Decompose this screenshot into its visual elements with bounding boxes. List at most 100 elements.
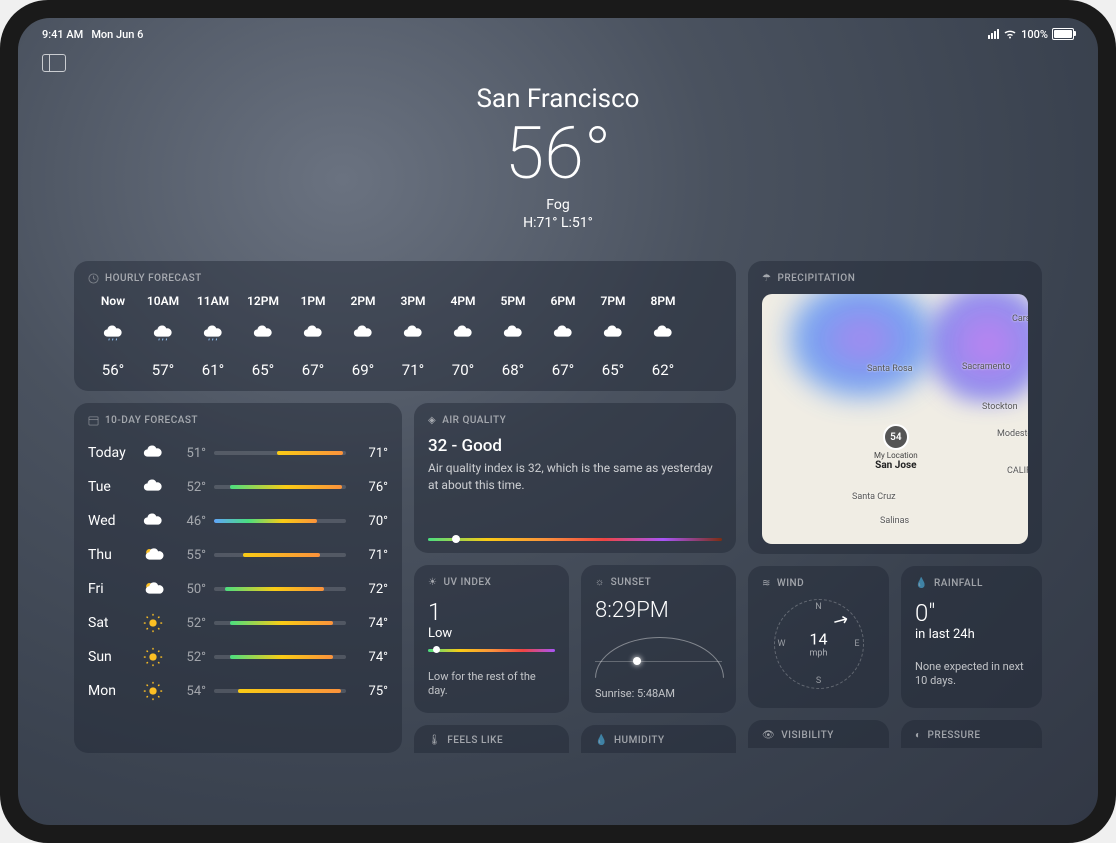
day-row[interactable]: Sun52°74° xyxy=(88,640,388,674)
temp-range-bar xyxy=(214,689,346,693)
sidebar-toggle-icon[interactable] xyxy=(42,54,66,72)
day-name: Thu xyxy=(88,547,134,563)
hour-time: Now xyxy=(101,294,125,308)
weather-icon xyxy=(252,322,274,347)
sunset-time: 8:29PM xyxy=(595,598,722,623)
map-city-label: Salinas xyxy=(880,516,909,526)
weather-icon xyxy=(142,680,164,702)
hour-temp: 67° xyxy=(302,361,324,379)
day-hi: 70° xyxy=(354,514,388,529)
wind-speed: 14 xyxy=(810,630,828,649)
location-name: San Francisco xyxy=(18,84,1098,114)
weather-icon xyxy=(102,322,124,347)
visibility-card[interactable]: 👁VISIBILITY xyxy=(748,720,889,748)
day-row[interactable]: Mon54°75° xyxy=(88,674,388,708)
battery-percent: 100% xyxy=(1021,28,1048,41)
temp-range-bar xyxy=(214,553,346,557)
day-lo: 52° xyxy=(172,480,206,495)
day-row[interactable]: Tue52°76° xyxy=(88,470,388,504)
weather-icon xyxy=(142,646,164,668)
day-lo: 52° xyxy=(172,616,206,631)
clock-icon xyxy=(88,273,99,284)
day-row[interactable]: Sat52°74° xyxy=(88,606,388,640)
signal-icon xyxy=(988,29,999,39)
sun-icon: ☀ xyxy=(428,577,437,588)
wind-compass: NSEW ↗ 14 mph xyxy=(774,599,864,689)
hour-temp: 71° xyxy=(402,361,424,379)
weather-icon xyxy=(652,322,674,347)
hour-temp: 65° xyxy=(602,361,624,379)
status-date: Mon Jun 6 xyxy=(91,28,143,41)
sunset-title: SUNSET xyxy=(611,577,652,588)
hour-time: 11AM xyxy=(197,294,229,308)
aq-title: AIR QUALITY xyxy=(442,415,506,426)
aqi-icon: ◈ xyxy=(428,415,436,426)
rainfall-card[interactable]: 💧 RAINFALL 0" in last 24h None expected … xyxy=(901,566,1042,708)
day-row[interactable]: Wed46°70° xyxy=(88,504,388,538)
day-row[interactable]: Fri 50° 72° xyxy=(88,572,388,606)
day-lo: 46° xyxy=(172,514,206,529)
day-hi: 71° xyxy=(354,446,388,461)
hourly-forecast-card[interactable]: HOURLY FORECAST Now56°10AM57°11AM61°12PM… xyxy=(74,261,736,391)
status-bar: 9:41 AM Mon Jun 6 100% xyxy=(18,18,1098,44)
day-lo: 54° xyxy=(172,684,206,699)
temp-range-bar xyxy=(214,485,346,489)
precipitation-map[interactable]: 54 My Location San Jose CarsonSanta Rosa… xyxy=(762,294,1028,544)
humidity-card[interactable]: 💧HUMIDITY xyxy=(581,725,736,753)
temp-range-bar xyxy=(214,587,346,591)
hour-time: 4PM xyxy=(450,294,475,308)
temp-range-bar xyxy=(214,655,346,659)
temp-range-bar xyxy=(214,621,346,625)
ten-day-forecast-card[interactable]: 10-DAY FORECAST Today51°71°Tue52°76°Wed4… xyxy=(74,403,402,753)
uv-index-card[interactable]: ☀ UV INDEX 1 Low Low for the rest of the… xyxy=(414,565,569,713)
humidity-title: HUMIDITY xyxy=(614,735,665,746)
day-hi: 72° xyxy=(354,582,388,597)
map-city-label: Stockton xyxy=(982,402,1018,412)
air-quality-card[interactable]: ◈ AIR QUALITY 32 - Good Air quality inde… xyxy=(414,403,736,553)
map-city-label: CALIFO xyxy=(1007,466,1028,476)
hour-temp: 62° xyxy=(652,361,674,379)
wind-arrow-icon: ↗ xyxy=(829,608,853,634)
hour-temp: 56° xyxy=(102,361,124,379)
droplet-icon: 💧 xyxy=(915,578,928,589)
day-name: Fri xyxy=(88,581,134,597)
sunset-card[interactable]: ☼ SUNSET 8:29PM Sunrise: 5:48AM xyxy=(581,565,736,713)
pressure-card[interactable]: ◐PRESSURE xyxy=(901,720,1042,748)
hourly-item: 3PM 71° xyxy=(388,294,438,379)
precipitation-card[interactable]: ☂ PRECIPITATION 54 My Location San Jose … xyxy=(748,261,1042,554)
hourly-title: HOURLY FORECAST xyxy=(105,273,202,284)
weather-icon xyxy=(352,322,374,347)
uv-desc: Low for the rest of the day. xyxy=(428,670,555,699)
day-row[interactable]: Today51°71° xyxy=(88,436,388,470)
sunset-icon: ☼ xyxy=(595,577,605,588)
thermometer-icon: 🌡 xyxy=(428,735,441,746)
map-location-city: San Jose xyxy=(874,460,918,471)
weather-icon xyxy=(452,322,474,347)
ipad-frame: 9:41 AM Mon Jun 6 100% San Francisco 56°… xyxy=(0,0,1116,843)
feels-like-card[interactable]: 🌡FEELS LIKE xyxy=(414,725,569,753)
map-my-location: 54 My Location San Jose xyxy=(874,424,918,471)
day-lo: 50° xyxy=(172,582,206,597)
wind-icon: ≋ xyxy=(762,578,771,589)
hourly-item: 5PM68° xyxy=(488,294,538,379)
day-name: Mon xyxy=(88,683,134,699)
day-name: Today xyxy=(88,445,134,461)
wind-card[interactable]: ≋ WIND NSEW ↗ 14 mph xyxy=(748,566,889,708)
hour-time: 3PM xyxy=(400,294,425,308)
hour-temp: 69° xyxy=(352,361,374,379)
aq-scale-bar xyxy=(428,538,722,541)
pressure-title: PRESSURE xyxy=(928,730,981,741)
day-row[interactable]: Thu55°71° xyxy=(88,538,388,572)
weather-icon xyxy=(142,578,164,600)
hour-time: 2PM xyxy=(350,294,375,308)
weather-icon xyxy=(142,510,164,532)
weather-icon xyxy=(402,322,424,347)
hourly-item: 2PM 69° xyxy=(338,294,388,379)
day-hi: 74° xyxy=(354,616,388,631)
rainfall-title: RAINFALL xyxy=(934,578,983,589)
eye-icon: 👁 xyxy=(762,730,775,741)
hourly-item: 8PM62° xyxy=(638,294,688,379)
weather-icon xyxy=(502,322,524,347)
battery-icon xyxy=(1052,28,1074,40)
map-location-label: My Location xyxy=(874,451,918,460)
